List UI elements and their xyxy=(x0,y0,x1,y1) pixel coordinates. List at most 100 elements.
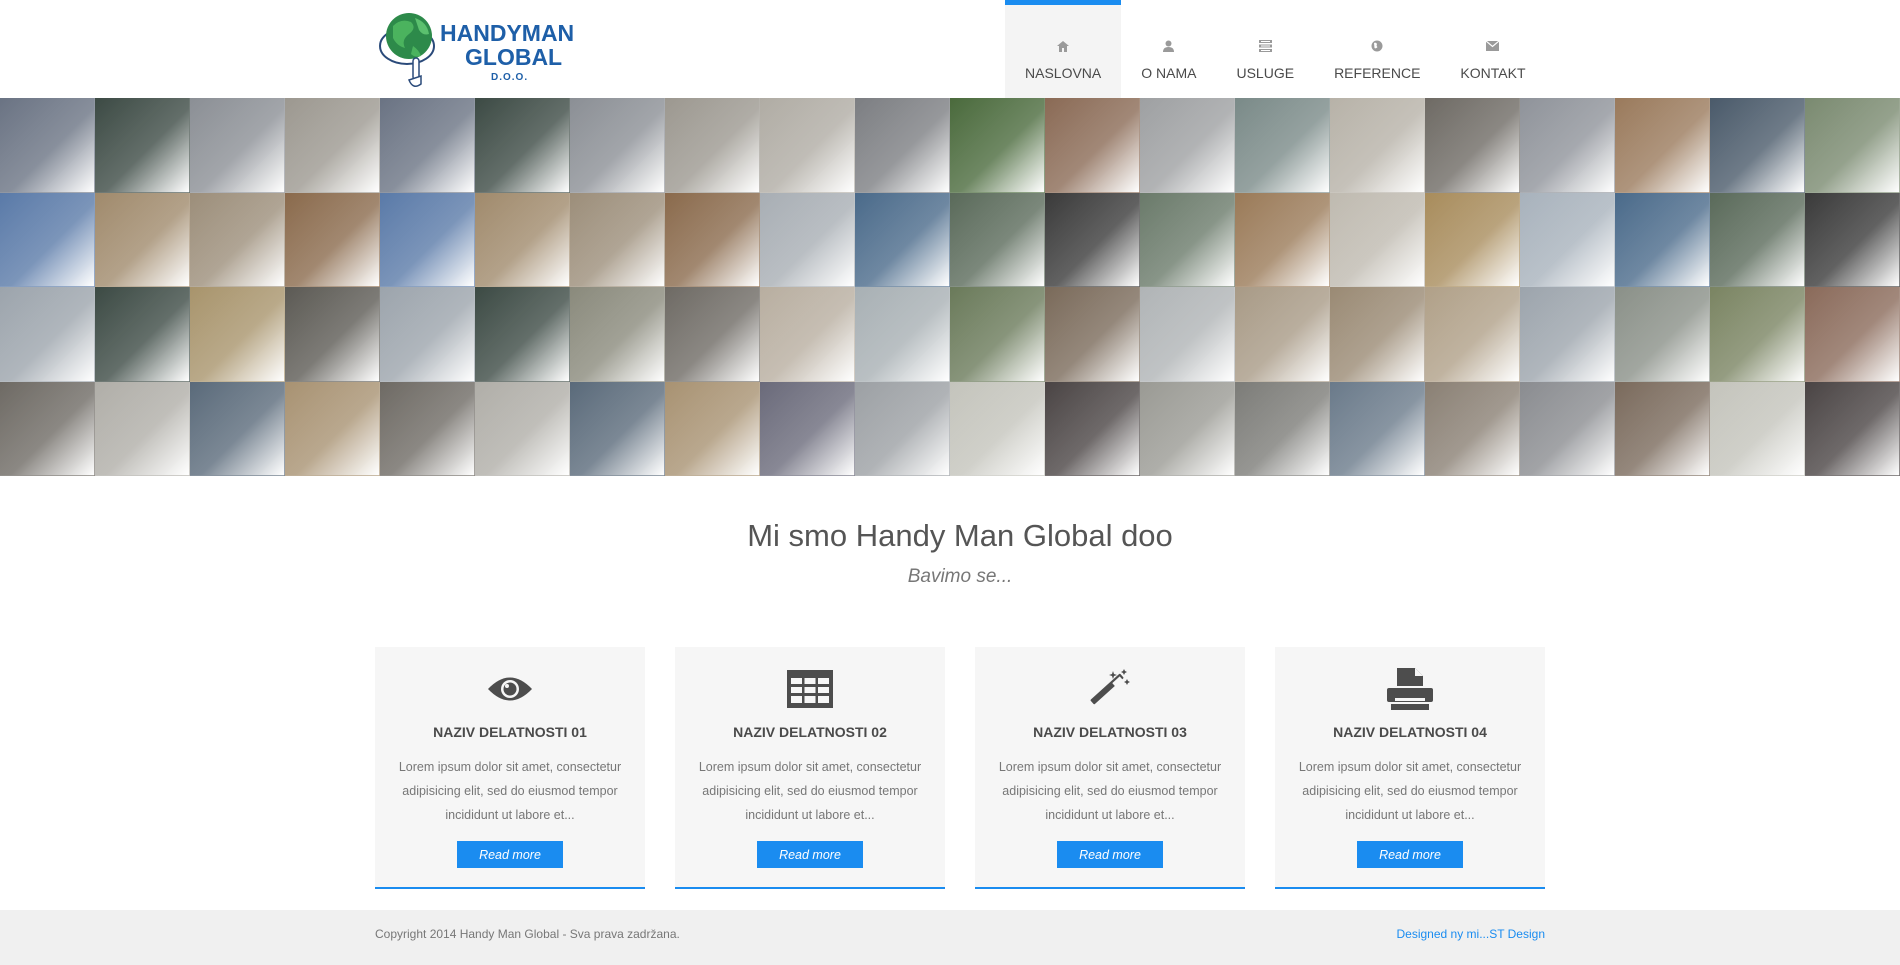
photo-tile xyxy=(760,192,855,287)
photo-tile xyxy=(1235,381,1330,476)
photo-tile xyxy=(1805,381,1900,476)
photo-tile xyxy=(285,192,380,287)
photo-tile xyxy=(855,381,950,476)
site-footer: Copyright 2014 Handy Man Global - Sva pr… xyxy=(0,910,1900,965)
photo-tile xyxy=(380,98,475,193)
site-header: HANDYMAN GLOBAL D.O.O. NASLOVNA O NAMA U… xyxy=(0,0,1900,98)
magic-wand-icon xyxy=(975,667,1245,711)
read-more-button[interactable]: Read more xyxy=(757,841,863,868)
photo-tile xyxy=(760,381,855,476)
designer-link[interactable]: Designed ny mi...ST Design xyxy=(1396,927,1545,941)
photo-tile xyxy=(1140,98,1235,193)
service-card: NAZIV DELATNOSTI 02 Lorem ipsum dolor si… xyxy=(675,647,945,889)
photo-tile xyxy=(855,192,950,287)
user-icon xyxy=(1162,39,1176,53)
copyright-text: Copyright 2014 Handy Man Global - Sva pr… xyxy=(375,927,680,941)
logo-text: HANDYMAN GLOBAL D.O.O. xyxy=(440,22,574,83)
photo-tile xyxy=(380,287,475,382)
photo-tile xyxy=(475,287,570,382)
read-more-button[interactable]: Read more xyxy=(1357,841,1463,868)
photo-tile xyxy=(760,287,855,382)
photo-tile xyxy=(1140,381,1235,476)
photo-tile xyxy=(1330,98,1425,193)
logo[interactable]: HANDYMAN GLOBAL D.O.O. xyxy=(375,6,574,92)
globe-logo-icon xyxy=(379,13,435,87)
photo-tile xyxy=(1710,98,1805,193)
photo-tile xyxy=(1710,192,1805,287)
photo-tile xyxy=(950,192,1045,287)
service-cards: NAZIV DELATNOSTI 01 Lorem ipsum dolor si… xyxy=(375,647,1545,889)
photo-tile xyxy=(570,192,665,287)
card-text: Lorem ipsum dolor sit amet, consectetur … xyxy=(1298,760,1522,822)
photo-tile xyxy=(950,381,1045,476)
photo-tile xyxy=(0,287,95,382)
photo-tile xyxy=(95,287,190,382)
photo-tile xyxy=(570,98,665,193)
photo-tile xyxy=(1425,98,1520,193)
photo-tile xyxy=(1045,98,1140,193)
photo-tile xyxy=(95,98,190,193)
card-text: Lorem ipsum dolor sit amet, consectetur … xyxy=(998,760,1222,822)
card-text: Lorem ipsum dolor sit amet, consectetur … xyxy=(398,760,622,822)
photo-tile xyxy=(1805,287,1900,382)
photo-tile xyxy=(1805,98,1900,193)
photo-tile xyxy=(285,287,380,382)
photo-tile xyxy=(855,287,950,382)
photo-tile xyxy=(285,381,380,476)
photo-tile xyxy=(760,98,855,193)
nav-label: O NAMA xyxy=(1141,65,1197,81)
nav-item-o-nama[interactable]: O NAMA xyxy=(1121,0,1216,98)
intro-subtitle: Bavimo se... xyxy=(907,566,1013,587)
photo-tile xyxy=(190,192,285,287)
nav-item-usluge[interactable]: USLUGE xyxy=(1216,0,1314,98)
eye-icon xyxy=(375,667,645,711)
card-title: NAZIV DELATNOSTI 03 xyxy=(1033,724,1187,740)
home-icon xyxy=(1056,39,1070,53)
photo-tile xyxy=(1425,381,1520,476)
photo-tile xyxy=(1045,192,1140,287)
photo-tile xyxy=(950,98,1045,193)
photo-tile xyxy=(1330,192,1425,287)
photo-tile xyxy=(1615,287,1710,382)
card-title: NAZIV DELATNOSTI 02 xyxy=(733,724,887,740)
read-more-button[interactable]: Read more xyxy=(1057,841,1163,868)
photo-tile xyxy=(1235,192,1330,287)
photo-tile xyxy=(0,192,95,287)
photo-tile xyxy=(1045,287,1140,382)
photo-tile xyxy=(0,98,95,193)
list-icon xyxy=(1258,39,1272,53)
photo-tile xyxy=(0,381,95,476)
photo-tile xyxy=(1615,381,1710,476)
photo-tile xyxy=(1330,287,1425,382)
nav-label: REFERENCE xyxy=(1334,65,1421,81)
photo-tile xyxy=(1615,98,1710,193)
photo-tile xyxy=(1520,381,1615,476)
read-more-button[interactable]: Read more xyxy=(457,841,563,868)
photo-tile xyxy=(1520,287,1615,382)
photo-tile xyxy=(570,287,665,382)
photo-tile xyxy=(475,381,570,476)
photo-tile xyxy=(665,192,760,287)
nav-item-naslovna[interactable]: NASLOVNA xyxy=(1005,0,1122,98)
photo-tile xyxy=(1520,98,1615,193)
nav-item-kontakt[interactable]: KONTAKT xyxy=(1440,0,1545,98)
photo-tile xyxy=(1235,98,1330,193)
card-text: Lorem ipsum dolor sit amet, consectetur … xyxy=(698,760,922,822)
card-title: NAZIV DELATNOSTI 04 xyxy=(1333,724,1487,740)
photo-tile xyxy=(475,98,570,193)
photo-tile xyxy=(190,287,285,382)
photo-tile xyxy=(1235,287,1330,382)
main-nav: NASLOVNA O NAMA USLUGE REFERENCE KONTAKT xyxy=(1005,0,1546,98)
photo-tile xyxy=(190,98,285,193)
nav-label: USLUGE xyxy=(1236,65,1295,81)
photo-tile xyxy=(1140,192,1235,287)
envelope-icon xyxy=(1486,39,1500,53)
photo-tile xyxy=(1805,192,1900,287)
photo-tile xyxy=(1045,381,1140,476)
service-card: NAZIV DELATNOSTI 03 Lorem ipsum dolor si… xyxy=(975,647,1245,889)
photo-tile xyxy=(1520,192,1615,287)
photo-tile xyxy=(1710,287,1805,382)
logo-line-global: GLOBAL xyxy=(465,44,563,70)
nav-label: KONTAKT xyxy=(1460,65,1526,81)
nav-item-reference[interactable]: REFERENCE xyxy=(1314,0,1440,98)
